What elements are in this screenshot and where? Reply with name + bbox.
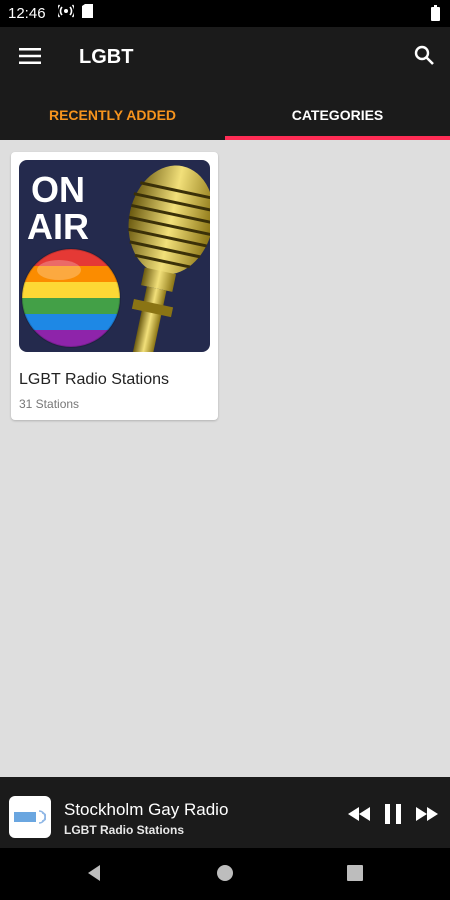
page-title: LGBT xyxy=(79,46,134,68)
category-card[interactable]: ON AIR LGBT Radio Stations 31 Stations xyxy=(11,152,218,420)
recents-icon xyxy=(347,864,363,886)
pause-icon xyxy=(385,803,401,829)
category-station-count: 31 Stations xyxy=(19,397,80,411)
tab-recently-added[interactable]: RECENTLY ADDED xyxy=(0,89,225,140)
search-button[interactable] xyxy=(410,43,438,71)
sim-card-icon xyxy=(81,4,93,23)
tab-bar: RECENTLY ADDED CATEGORIES xyxy=(0,89,450,140)
rewind-button[interactable] xyxy=(346,806,372,826)
tab-categories[interactable]: CATEGORIES xyxy=(225,89,450,140)
player-station-name[interactable]: Stockholm Gay Radio xyxy=(64,800,228,820)
recents-button[interactable] xyxy=(345,864,365,886)
category-grid: ON AIR LGBT Radio Stations 31 Stations xyxy=(0,140,450,777)
category-title: LGBT Radio Stations xyxy=(19,371,170,388)
fast-forward-icon xyxy=(416,806,438,826)
home-icon xyxy=(216,864,234,887)
back-icon xyxy=(86,864,102,887)
artwork-text-on: ON xyxy=(31,169,85,210)
home-button[interactable] xyxy=(215,864,235,887)
fast-forward-button[interactable] xyxy=(414,806,440,826)
app-bar: LGBT xyxy=(0,27,450,89)
radio-signal-icon xyxy=(56,4,76,23)
pause-button[interactable] xyxy=(380,803,406,829)
mini-player[interactable]: Stockholm Gay Radio LGBT Radio Stations xyxy=(0,777,450,848)
status-bar: 12:46 xyxy=(0,0,450,27)
menu-icon xyxy=(19,47,41,69)
station-logo[interactable] xyxy=(9,796,51,838)
status-time: 12:46 xyxy=(8,5,46,22)
battery-icon xyxy=(431,5,440,26)
artwork-text-air: AIR xyxy=(27,206,89,247)
back-button[interactable] xyxy=(84,864,104,887)
menu-button[interactable] xyxy=(16,44,44,72)
category-artwork: ON AIR xyxy=(19,160,210,352)
search-icon xyxy=(414,45,434,70)
player-station-category[interactable]: LGBT Radio Stations xyxy=(64,823,184,837)
system-nav-bar xyxy=(0,848,450,900)
rewind-icon xyxy=(348,806,370,826)
